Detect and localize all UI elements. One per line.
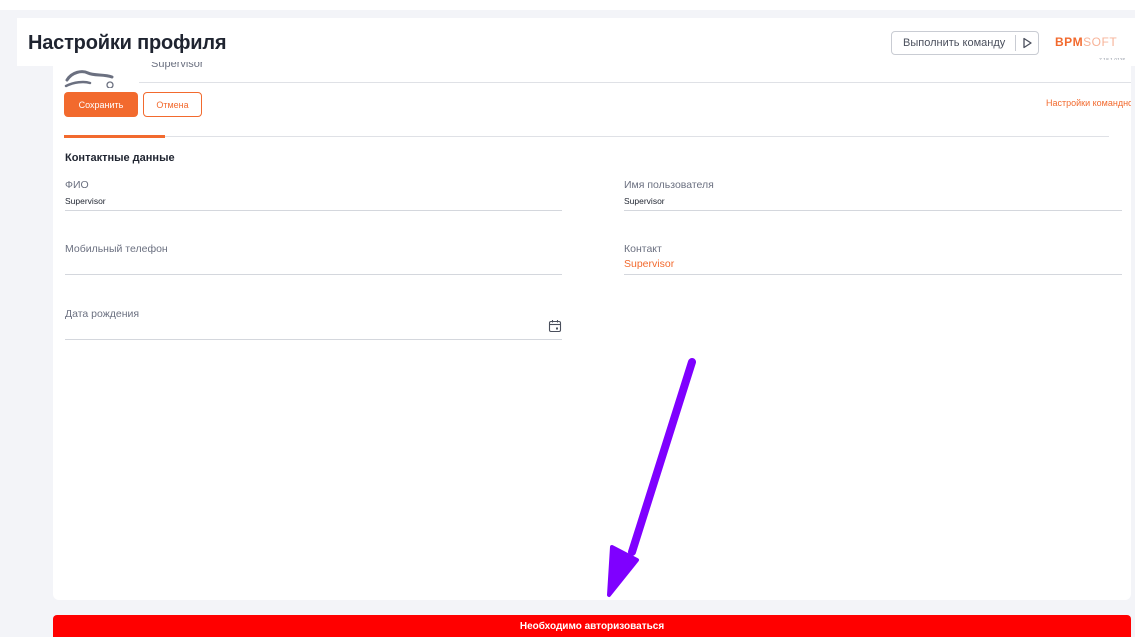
mobile-phone-field[interactable]: Мобильный телефон bbox=[65, 243, 562, 275]
field-label: Дата рождения bbox=[65, 308, 140, 320]
contact-field[interactable]: Контакт Supervisor bbox=[624, 243, 1122, 275]
field-label: Имя пользователя bbox=[624, 179, 714, 191]
profile-card: Supervisor Сохранить Отмена Настройки ко… bbox=[53, 60, 1131, 600]
field-label: Контакт bbox=[624, 243, 662, 255]
profile-name: Supervisor bbox=[151, 62, 204, 70]
command-input[interactable]: Выполнить команду bbox=[892, 37, 1015, 49]
field-label: Мобильный телефон bbox=[65, 243, 168, 255]
birth-date-field[interactable]: Дата рождения bbox=[65, 308, 562, 340]
tab-strip bbox=[64, 136, 1109, 137]
avatar-placeholder-icon[interactable] bbox=[64, 64, 116, 88]
play-icon[interactable] bbox=[1016, 32, 1038, 54]
tab-active-indicator[interactable] bbox=[64, 135, 165, 138]
logo-bold: BPM bbox=[1055, 35, 1084, 49]
cancel-button[interactable]: Отмена bbox=[143, 92, 202, 117]
contact-link[interactable]: Supervisor bbox=[624, 258, 674, 270]
field-value[interactable]: Supervisor bbox=[624, 196, 665, 206]
calendar-icon[interactable] bbox=[548, 319, 562, 333]
save-button[interactable]: Сохранить bbox=[64, 92, 138, 117]
bpmsoft-logo: BPMSOFT bbox=[1055, 35, 1117, 49]
command-settings-link[interactable]: Настройки командной строки bbox=[1046, 98, 1131, 108]
auth-required-banner[interactable]: Необходимо авторизоваться bbox=[53, 615, 1131, 637]
command-line[interactable]: Выполнить команду bbox=[891, 31, 1039, 55]
page-title: Настройки профиля bbox=[28, 32, 227, 54]
profile-divider bbox=[139, 82, 1131, 83]
page: Настройки профиля Выполнить команду BPMS… bbox=[0, 0, 1135, 637]
full-name-field[interactable]: ФИО Supervisor bbox=[65, 179, 562, 211]
username-field[interactable]: Имя пользователя Supervisor bbox=[624, 179, 1122, 211]
logo-light: SOFT bbox=[1083, 35, 1118, 49]
field-label: ФИО bbox=[65, 179, 89, 191]
top-strip bbox=[0, 0, 1135, 10]
field-value[interactable]: Supervisor bbox=[65, 196, 106, 206]
section-title: Контактные данные bbox=[65, 152, 175, 164]
page-header: Настройки профиля Выполнить команду BPMS… bbox=[17, 18, 1135, 66]
